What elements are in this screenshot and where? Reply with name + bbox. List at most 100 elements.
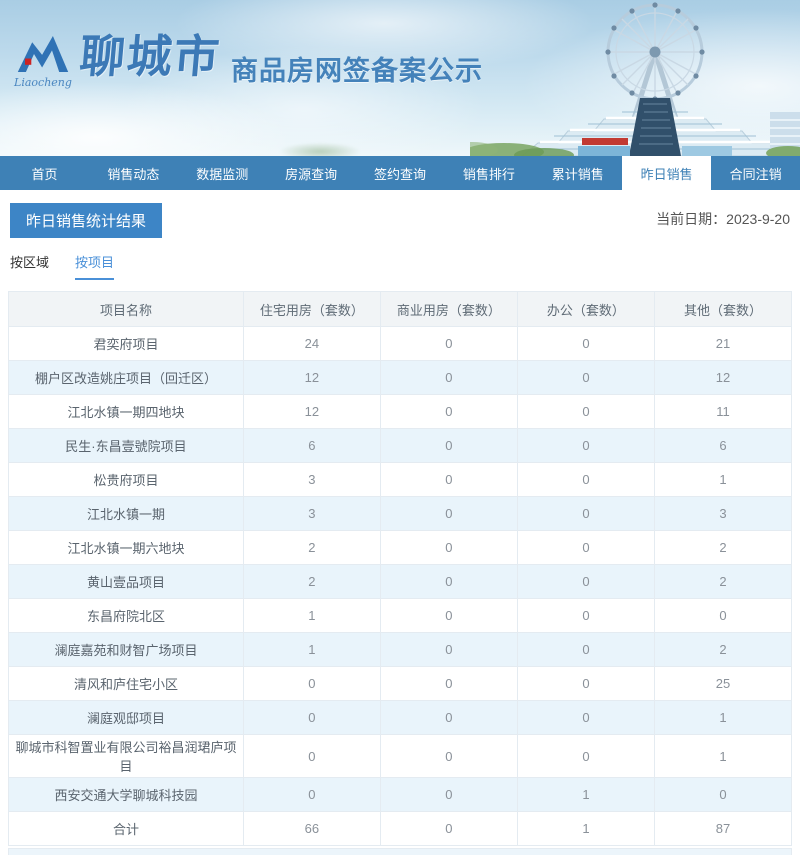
sales-table: 项目名称住宅用房（套数）商业用房（套数）办公（套数）其他（套数） 君奕府项目24… bbox=[8, 291, 792, 846]
count-cell: 0 bbox=[517, 463, 654, 497]
section-title-badge: 昨日销售统计结果 bbox=[10, 203, 162, 238]
project-name-cell: 江北水镇一期 bbox=[9, 497, 244, 531]
count-cell: 0 bbox=[517, 429, 654, 463]
project-name-cell: 民生·东昌壹號院项目 bbox=[9, 429, 244, 463]
count-cell: 21 bbox=[654, 327, 791, 361]
table-row: 君奕府项目240021 bbox=[9, 327, 792, 361]
current-date: 当前日期：2023-9-20 bbox=[656, 203, 792, 229]
table-row: 清风和庐住宅小区00025 bbox=[9, 667, 792, 701]
count-cell: 0 bbox=[654, 599, 791, 633]
count-cell: 1 bbox=[654, 701, 791, 735]
column-header: 办公（套数） bbox=[517, 292, 654, 327]
count-cell: 0 bbox=[380, 633, 517, 667]
count-cell: 3 bbox=[654, 497, 791, 531]
cutoff-row bbox=[8, 848, 792, 855]
nav-item-sales-trends[interactable]: 销售动态 bbox=[89, 156, 178, 190]
count-cell: 1 bbox=[654, 463, 791, 497]
table-header-row: 项目名称住宅用房（套数）商业用房（套数）办公（套数）其他（套数） bbox=[9, 292, 792, 327]
table-row: 西安交通大学聊城科技园0010 bbox=[9, 778, 792, 812]
count-cell: 0 bbox=[380, 429, 517, 463]
count-cell: 2 bbox=[654, 633, 791, 667]
count-cell: 2 bbox=[243, 531, 380, 565]
nav-item-home[interactable]: 首页 bbox=[0, 156, 89, 190]
table-row: 黄山壹品项目2002 bbox=[9, 565, 792, 599]
count-cell: 0 bbox=[380, 778, 517, 812]
nav-item-listing-query[interactable]: 房源查询 bbox=[267, 156, 356, 190]
brand: Liaocheng 聊城市 商品房网签备案公示 bbox=[14, 34, 483, 89]
count-cell: 0 bbox=[517, 565, 654, 599]
page-root: Liaocheng 聊城市 商品房网签备案公示 首页销售动态数据监测房源查询签约… bbox=[0, 0, 800, 855]
count-cell: 0 bbox=[517, 395, 654, 429]
table-row: 松贵府项目3001 bbox=[9, 463, 792, 497]
count-cell: 0 bbox=[380, 735, 517, 778]
count-cell: 12 bbox=[243, 395, 380, 429]
count-cell: 2 bbox=[243, 565, 380, 599]
project-name-cell: 江北水镇一期六地块 bbox=[9, 531, 244, 565]
table-row: 澜庭观邸项目0001 bbox=[9, 701, 792, 735]
column-header: 住宅用房（套数） bbox=[243, 292, 380, 327]
count-cell: 6 bbox=[243, 429, 380, 463]
count-cell: 1 bbox=[517, 778, 654, 812]
count-cell: 1 bbox=[654, 735, 791, 778]
column-header: 商业用房（套数） bbox=[380, 292, 517, 327]
count-cell: 0 bbox=[380, 812, 517, 846]
nav-item-contract-cancel[interactable]: 合同注销 bbox=[711, 156, 800, 190]
nav-item-data-monitor[interactable]: 数据监测 bbox=[178, 156, 267, 190]
count-cell: 0 bbox=[517, 599, 654, 633]
count-cell: 0 bbox=[517, 327, 654, 361]
tab-by-project[interactable]: 按项目 bbox=[75, 252, 114, 280]
nav-item-sales-rank[interactable]: 销售排行 bbox=[444, 156, 533, 190]
nav-item-total-sales[interactable]: 累计销售 bbox=[533, 156, 622, 190]
project-name-cell: 江北水镇一期四地块 bbox=[9, 395, 244, 429]
nav-item-signing-query[interactable]: 签约查询 bbox=[356, 156, 445, 190]
project-name-cell: 君奕府项目 bbox=[9, 327, 244, 361]
view-tabs: 按区域按项目 bbox=[8, 238, 792, 280]
count-cell: 0 bbox=[380, 463, 517, 497]
current-date-value: 2023-9-20 bbox=[726, 211, 790, 227]
count-cell: 0 bbox=[380, 531, 517, 565]
count-cell: 12 bbox=[243, 361, 380, 395]
table-row: 江北水镇一期3003 bbox=[9, 497, 792, 531]
count-cell: 0 bbox=[517, 701, 654, 735]
count-cell: 0 bbox=[243, 778, 380, 812]
count-cell: 0 bbox=[517, 633, 654, 667]
tab-by-region[interactable]: 按区域 bbox=[10, 252, 49, 280]
column-header: 其他（套数） bbox=[654, 292, 791, 327]
project-name-cell: 合计 bbox=[9, 812, 244, 846]
city-title: 聊城市 bbox=[78, 34, 223, 79]
column-header: 项目名称 bbox=[9, 292, 244, 327]
table-row: 澜庭嘉苑和财智广场项目1002 bbox=[9, 633, 792, 667]
count-cell: 66 bbox=[243, 812, 380, 846]
count-cell: 0 bbox=[380, 395, 517, 429]
count-cell: 0 bbox=[243, 735, 380, 778]
count-cell: 0 bbox=[380, 327, 517, 361]
table-row: 民生·东昌壹號院项目6006 bbox=[9, 429, 792, 463]
count-cell: 12 bbox=[654, 361, 791, 395]
count-cell: 0 bbox=[380, 701, 517, 735]
liaocheng-logo-icon bbox=[16, 34, 70, 74]
count-cell: 24 bbox=[243, 327, 380, 361]
count-cell: 1 bbox=[517, 812, 654, 846]
table-row: 江北水镇一期四地块120011 bbox=[9, 395, 792, 429]
logo-script: Liaocheng bbox=[14, 76, 72, 89]
count-cell: 11 bbox=[654, 395, 791, 429]
count-cell: 6 bbox=[654, 429, 791, 463]
ferris-wheel-illustration bbox=[470, 0, 800, 156]
nav-item-yesterday-sales[interactable]: 昨日销售 bbox=[622, 156, 711, 190]
table-row: 江北水镇一期六地块2002 bbox=[9, 531, 792, 565]
table-row: 东昌府院北区1000 bbox=[9, 599, 792, 633]
count-cell: 0 bbox=[517, 531, 654, 565]
count-cell: 0 bbox=[654, 778, 791, 812]
count-cell: 1 bbox=[243, 633, 380, 667]
count-cell: 0 bbox=[517, 735, 654, 778]
site-header: Liaocheng 聊城市 商品房网签备案公示 bbox=[0, 0, 800, 156]
project-name-cell: 澜庭观邸项目 bbox=[9, 701, 244, 735]
count-cell: 0 bbox=[380, 565, 517, 599]
count-cell: 2 bbox=[654, 531, 791, 565]
count-cell: 0 bbox=[380, 361, 517, 395]
title-row: 昨日销售统计结果 当前日期：2023-9-20 bbox=[8, 190, 792, 238]
logo-wrap: Liaocheng bbox=[14, 34, 72, 89]
table-row-total: 合计660187 bbox=[9, 812, 792, 846]
main-nav: 首页销售动态数据监测房源查询签约查询销售排行累计销售昨日销售合同注销 bbox=[0, 156, 800, 190]
project-name-cell: 棚户区改造姚庄项目（回迁区） bbox=[9, 361, 244, 395]
